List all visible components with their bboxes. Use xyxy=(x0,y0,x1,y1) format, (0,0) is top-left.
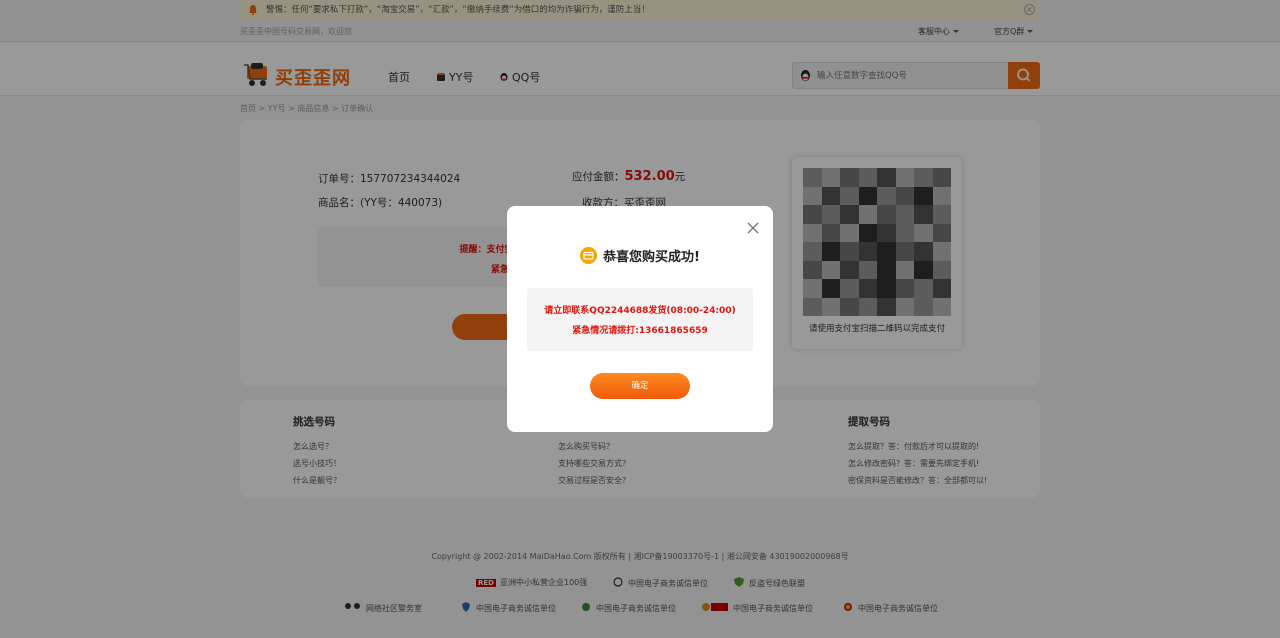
close-icon[interactable] xyxy=(746,221,760,235)
dialog-title: 恭喜您购买成功! xyxy=(507,246,773,265)
dialog-info-box: 请立即联系QQ2244688发货(08:00-24:00) 紧急情况请拨打:13… xyxy=(527,288,753,351)
purchase-success-dialog: 恭喜您购买成功! 请立即联系QQ2244688发货(08:00-24:00) 紧… xyxy=(507,206,773,432)
wallet-icon xyxy=(580,247,598,264)
page: 警惕：任何“要求私下打款”，“淘宝交易”，“汇款”，“缴纳手续费”为借口的均为诈… xyxy=(0,0,1280,638)
contact-qq-line: 请立即联系QQ2244688发货(08:00-24:00) xyxy=(544,306,736,316)
dialog-title-text: 恭喜您购买成功! xyxy=(603,250,700,265)
confirm-button[interactable]: 确定 xyxy=(590,373,690,399)
emergency-phone-line: 紧急情况请拨打:13661865659 xyxy=(572,326,708,336)
